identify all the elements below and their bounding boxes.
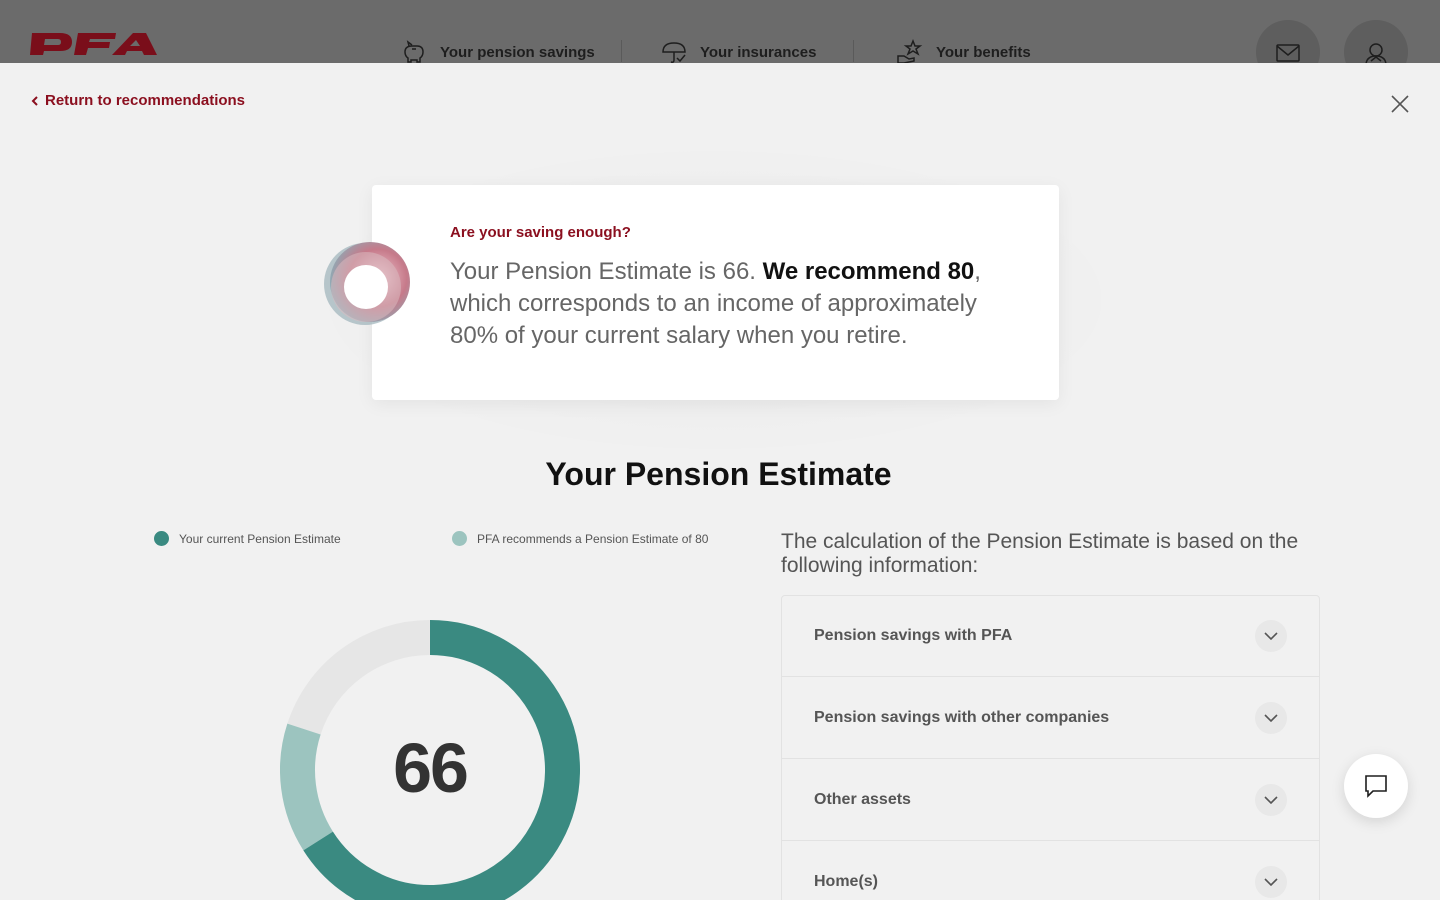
chevron-down-icon[interactable]	[1255, 865, 1287, 898]
legend-current: Your current Pension Estimate	[154, 531, 341, 546]
umbrella-icon	[662, 42, 686, 63]
pfa-logo[interactable]	[30, 30, 158, 61]
legend-current-swatch	[154, 531, 169, 546]
legend-recommended: PFA recommends a Pension Estimate of 80	[452, 531, 708, 546]
recommendation-card: Are your saving enough? Your Pension Est…	[372, 185, 1059, 400]
piggy-bank-icon	[404, 40, 424, 63]
accordion-homes[interactable]: Home(s)	[781, 841, 1320, 900]
close-button[interactable]	[1388, 92, 1412, 116]
user-profile-icon	[1365, 43, 1387, 63]
donut-remaining-arc	[287, 620, 431, 735]
nav-pension-savings-label: Your pension savings	[440, 43, 595, 61]
accordion-label: Home(s)	[814, 872, 879, 890]
chevron-down-icon[interactable]	[1255, 701, 1287, 734]
pension-estimate-title: Your Pension Estimate	[545, 456, 892, 492]
accordion-pension-savings-pfa[interactable]: Pension savings with PFA	[781, 595, 1320, 677]
chevron-left-icon	[31, 95, 38, 106]
nav-divider	[853, 40, 854, 62]
return-link-label: Return to recommendations	[45, 92, 246, 109]
profile-button[interactable]	[1344, 20, 1408, 63]
mail-icon	[1276, 44, 1300, 62]
calculation-heading: The calculation of the Pension Estimate …	[781, 530, 1299, 577]
nav-insurances[interactable]: Your insurances	[660, 38, 816, 63]
legend-recommended-swatch	[452, 531, 467, 546]
legend-recommended-label: PFA recommends a Pension Estimate of 80	[477, 531, 709, 546]
recommendation-text-bold: We recommend 80	[762, 258, 975, 285]
calculation-accordion: Pension savings with PFA Pension savings…	[781, 595, 1320, 900]
close-icon	[1391, 95, 1409, 113]
legend-current-label: Your current Pension Estimate	[179, 531, 341, 546]
benefits-hand-star-icon	[897, 38, 923, 63]
mail-button[interactable]	[1256, 20, 1320, 63]
nav-insurances-label: Your insurances	[700, 43, 817, 61]
recommendation-text: Your Pension Estimate is 66. We recommen…	[450, 256, 1010, 352]
return-to-recommendations-link[interactable]: Return to recommendations	[31, 92, 245, 109]
chevron-down-icon[interactable]	[1255, 620, 1287, 652]
accordion-label: Pension savings with PFA	[814, 627, 1013, 644]
top-navigation: Your pension savings Your insurances You…	[0, 0, 1440, 63]
chat-button[interactable]	[1344, 754, 1408, 818]
donut-recommended-arc	[280, 723, 334, 851]
accordion-other-assets[interactable]: Other assets	[781, 759, 1320, 841]
pension-orb-icon	[322, 241, 412, 327]
accordion-label: Pension savings with other companies	[814, 708, 1110, 726]
accordion-label: Other assets	[814, 790, 911, 808]
chat-bubble-icon	[1365, 775, 1387, 798]
nav-pension-savings[interactable]: Your pension savings	[400, 38, 595, 63]
accordion-pension-savings-other[interactable]: Pension savings with other companies	[781, 677, 1320, 759]
recommendation-text-start: Your Pension Estimate is 66.	[450, 258, 763, 285]
pension-estimate-value: 66	[393, 729, 469, 807]
recommendation-kicker: Are your saving enough?	[450, 224, 631, 241]
chevron-down-icon[interactable]	[1255, 783, 1287, 816]
nav-benefits-label: Your benefits	[936, 43, 1031, 61]
nav-benefits[interactable]: Your benefits	[896, 38, 1031, 63]
nav-divider	[621, 40, 622, 62]
